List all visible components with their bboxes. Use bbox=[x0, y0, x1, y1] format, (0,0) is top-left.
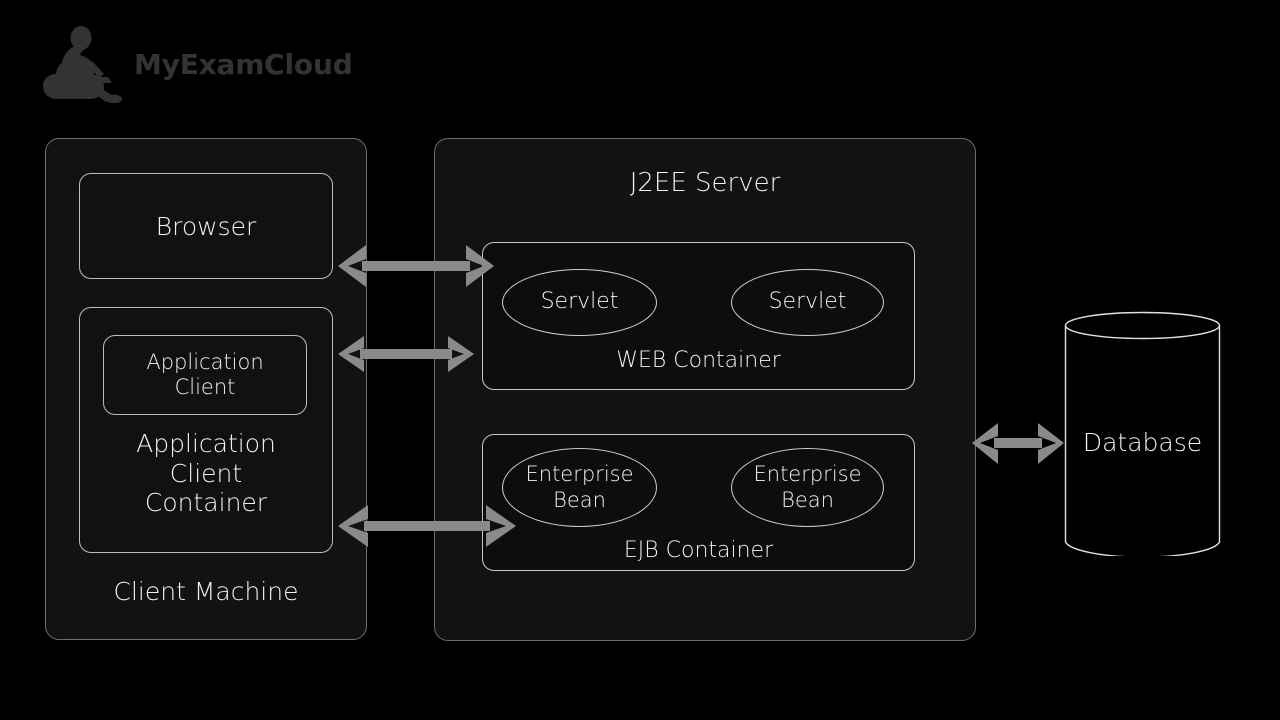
double-arrow-icon-appclient-ejb bbox=[338, 505, 516, 547]
web-container-label: WEB Container bbox=[616, 348, 781, 373]
database-label: Database bbox=[1082, 428, 1203, 457]
browser-box[interactable]: Browser bbox=[79, 173, 333, 279]
brand-name: MyExamCloud bbox=[134, 47, 353, 81]
brand-logo: MyExamCloud bbox=[42, 24, 372, 104]
application-client-label: Application Client bbox=[146, 350, 264, 399]
enterprise-bean-node-2-label: Enterprise Bean bbox=[753, 462, 862, 512]
double-arrow-icon-appclient-web bbox=[338, 336, 474, 372]
servlet-node-2-label: Servlet bbox=[768, 289, 847, 315]
diagram-canvas: MyExamCloud Client Machine Browser Appli… bbox=[0, 0, 1280, 720]
application-client-box[interactable]: Application Client bbox=[103, 335, 307, 415]
servlet-node-1-label: Servlet bbox=[540, 289, 619, 315]
enterprise-bean-node-1-label: Enterprise Bean bbox=[525, 462, 634, 512]
double-arrow-icon-browser-web bbox=[338, 245, 494, 287]
enterprise-bean-node-1[interactable]: Enterprise Bean bbox=[502, 448, 657, 527]
person-on-cloud-with-laptop-icon bbox=[43, 26, 122, 103]
client-machine-label: Client Machine bbox=[113, 577, 299, 606]
ejb-container-label: EJB Container bbox=[623, 538, 774, 563]
j2ee-server-title: J2EE Server bbox=[629, 168, 781, 198]
browser-label: Browser bbox=[155, 212, 257, 241]
double-arrow-icon-server-database bbox=[972, 423, 1064, 464]
enterprise-bean-node-2[interactable]: Enterprise Bean bbox=[731, 448, 884, 527]
application-client-container-label: Application Client Container bbox=[136, 429, 276, 517]
servlet-node-2[interactable]: Servlet bbox=[731, 269, 884, 336]
servlet-node-1[interactable]: Servlet bbox=[502, 269, 657, 336]
